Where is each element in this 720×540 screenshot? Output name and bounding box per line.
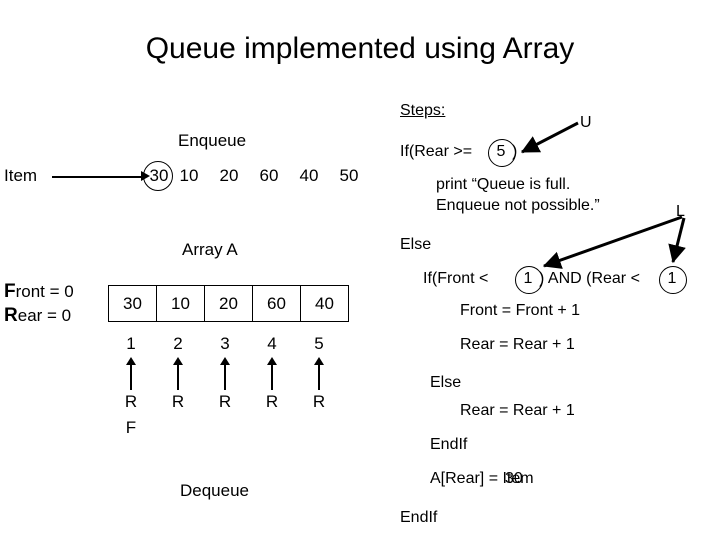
rear-rest: ear = 0 — [17, 306, 72, 325]
array-index-2: 2 — [173, 334, 183, 353]
rear-mark-2: R — [171, 392, 185, 411]
lower-bound-marker-label: L — [676, 203, 685, 220]
rear-mark-5: R — [312, 392, 326, 411]
l-to-front-lower-bound-arrow — [542, 215, 683, 269]
code-line-endif-1: EndIf — [430, 436, 468, 453]
pointer-arrow-shaft-2 — [177, 362, 179, 390]
pointer-arrow-head-icon-3 — [220, 357, 230, 365]
rear-value-label: Rear = 0 — [4, 305, 71, 327]
array-a-label: Array A — [182, 240, 238, 259]
lower-bound-front-value: 1 — [523, 270, 533, 287]
code-line-if-rear: If(Rear >= — [400, 143, 473, 160]
lower-bound-rear-value: 1 — [667, 270, 677, 287]
rear-mark-4: R — [265, 392, 279, 411]
code-line-rear-increment-2: Rear = Rear + 1 — [460, 402, 575, 419]
stream-value-2: 20 — [219, 166, 239, 185]
item-arrow-shaft — [52, 176, 144, 178]
stream-value-3: 60 — [259, 166, 279, 185]
dequeue-label: Dequeue — [180, 481, 250, 500]
pointer-arrow-shaft-4 — [271, 362, 273, 390]
code-line-print-2: Enqueue not possible.” — [436, 197, 600, 214]
table-row: 30 10 20 60 40 — [108, 285, 349, 322]
array-cell-3: 20 — [204, 285, 253, 322]
code-line-else-2: Else — [430, 374, 462, 391]
stream-value-4: 40 — [299, 166, 319, 185]
pointer-arrow-shaft-5 — [318, 362, 320, 390]
slide-canvas: Queue implemented using Array Enqueue It… — [0, 0, 720, 540]
array-index-1: 1 — [126, 334, 136, 353]
code-line-endif-2: EndIf — [400, 509, 438, 526]
pointer-arrow-shaft-1 — [130, 362, 132, 390]
code-line-if-front-a: If(Front < — [423, 270, 489, 287]
array-index-5: 5 — [314, 334, 324, 353]
array-cell-4: 60 — [252, 285, 301, 322]
rear-mark-1: R — [124, 392, 138, 411]
array-table: 30 10 20 60 40 — [108, 285, 349, 322]
array-index-3: 3 — [220, 334, 230, 353]
array-cell-2: 10 — [156, 285, 205, 322]
rear-mark-3: R — [218, 392, 232, 411]
front-mark: F — [125, 418, 137, 437]
front-dropcap: F — [4, 281, 16, 302]
stream-value-5: 50 — [339, 166, 359, 185]
pointer-arrow-head-icon-5 — [314, 357, 324, 365]
rear-dropcap: R — [4, 305, 18, 326]
pointer-arrow-head-icon-1 — [126, 357, 136, 365]
pointer-arrow-head-icon-4 — [267, 357, 277, 365]
l-to-rear-lower-bound-arrow — [668, 217, 686, 264]
array-index-4: 4 — [267, 334, 277, 353]
stream-value-1: 10 — [179, 166, 199, 185]
code-line-else-1: Else — [400, 236, 432, 253]
code-line-rear-increment-1: Rear = Rear + 1 — [460, 336, 575, 353]
page-title: Queue implemented using Array — [145, 32, 575, 65]
item-label: Item — [4, 166, 38, 185]
stream-value-0: 30 — [149, 166, 169, 185]
code-line-print-1: print “Queue is full. — [436, 176, 571, 193]
pointer-arrow-head-icon-2 — [173, 357, 183, 365]
pointer-arrow-shaft-3 — [224, 362, 226, 390]
u-to-upper-bound-arrow — [520, 121, 579, 154]
upper-bound-value: 5 — [496, 143, 506, 160]
steps-heading: Steps: — [400, 102, 446, 119]
array-cell-1: 30 — [108, 285, 157, 322]
upper-bound-marker-label: U — [580, 114, 592, 131]
front-rest: ront = 0 — [15, 282, 74, 301]
upper-bound-closing-paren: ) — [512, 143, 518, 160]
enqueue-label: Enqueue — [178, 131, 247, 150]
code-line-if-front-b: ) AND (Rear < — [539, 270, 640, 287]
code-assign-value-overlay: 30 — [505, 470, 523, 487]
front-value-label: Front = 0 — [4, 281, 74, 303]
code-line-front-increment: Front = Front + 1 — [460, 302, 581, 319]
array-cell-5: 40 — [300, 285, 349, 322]
